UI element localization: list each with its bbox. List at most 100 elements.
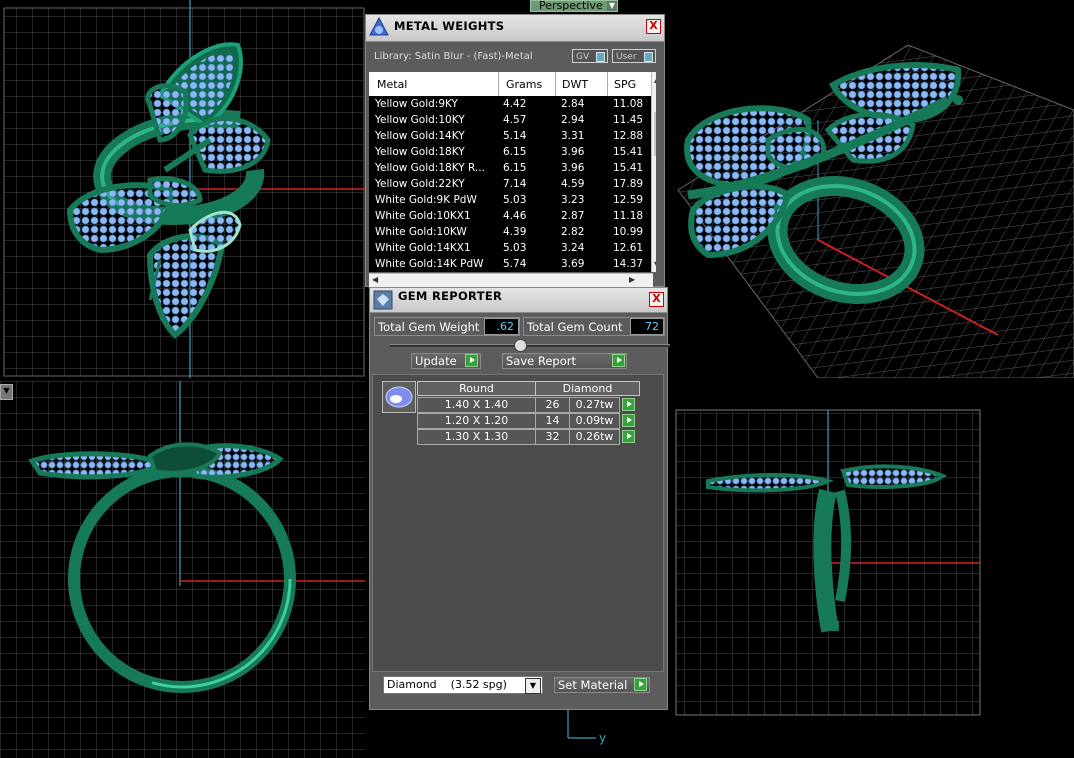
viewport-front[interactable]: ▼ [0, 381, 365, 758]
grams-cell: 7.14 [503, 178, 527, 190]
total-gem-count-group: Total Gem Count 72 [523, 317, 665, 336]
dwt-cell: 2.84 [561, 98, 585, 110]
gem-count-cell: 14 [535, 413, 570, 429]
material-select[interactable]: Diamond (3.52 spg) ▼ [383, 676, 543, 694]
gem-reporter-panel: GEM REPORTER X Total Gem Weight .62 Tota… [369, 287, 670, 710]
gv-toggle[interactable]: GV [572, 49, 608, 63]
library-label: Library: Satin Blur - (Fast)-Metal [374, 51, 533, 62]
report-slider-knob[interactable] [514, 339, 527, 352]
metal-cell: White Gold:14K PdW [375, 258, 484, 270]
metal-weights-hscroll[interactable]: ◀ ▶ [369, 273, 653, 287]
metal-cell: White Gold:10KW [375, 226, 467, 238]
gem-reporter-icon [373, 290, 393, 310]
gem-count-cell: 26 [535, 397, 570, 413]
column-header-spg[interactable]: SPG [614, 78, 636, 91]
save-report-button[interactable]: Save Report [502, 353, 627, 369]
table-row[interactable]: Yellow Gold:14KY 5.14 3.31 12.88 [369, 129, 651, 145]
table-row[interactable]: Yellow Gold:18KY 6.15 3.96 15.41 [369, 145, 651, 161]
spg-cell: 15.41 [613, 162, 644, 174]
dwt-cell: 2.87 [561, 210, 585, 222]
perspective-dropdown-icon[interactable]: ▼ [607, 1, 617, 11]
grams-cell: 6.15 [503, 146, 527, 158]
table-row[interactable]: Yellow Gold:9KY 4.42 2.84 11.08 [369, 97, 651, 113]
gem-reporter-title: GEM REPORTER [398, 289, 503, 303]
table-row[interactable]: Yellow Gold:22KY 7.14 4.59 17.89 [369, 177, 651, 193]
report-slider-track[interactable] [390, 344, 670, 347]
spg-cell: 10.99 [613, 226, 644, 238]
scroll-down-icon[interactable]: ▼ [654, 260, 656, 269]
spg-cell: 11.45 [613, 114, 644, 126]
round-gem-icon [385, 386, 413, 408]
dwt-cell: 3.96 [561, 146, 585, 158]
spg-cell: 12.88 [613, 130, 644, 142]
viewport-divider-area: y [530, 710, 668, 758]
gem-row-go-icon[interactable] [622, 398, 635, 411]
table-row[interactable]: Yellow Gold:18KY R... 6.15 3.96 15.41 [369, 161, 651, 177]
grams-cell: 4.46 [503, 210, 527, 222]
gem-row-go-icon[interactable] [622, 430, 635, 443]
table-row[interactable]: White Gold:10KW 4.39 2.82 10.99 [369, 225, 651, 241]
total-gem-count-field[interactable]: 72 [630, 318, 664, 335]
metal-weights-rows: Yellow Gold:9KY 4.42 2.84 11.08 Yellow Gold:… [369, 97, 651, 272]
gv-label: GV [576, 52, 590, 62]
scroll-thumb[interactable] [654, 112, 656, 156]
grams-cell: 5.03 [503, 194, 527, 206]
gem-shape-thumbnail[interactable] [382, 381, 416, 413]
save-report-go-icon[interactable] [612, 354, 625, 367]
viewport-top[interactable] [0, 0, 365, 378]
metal-weights-table-header: Metal Grams DWT SPG [369, 72, 651, 96]
metal-weights-close-button[interactable]: X [646, 19, 661, 34]
set-material-go-icon[interactable] [634, 678, 647, 691]
metal-cell: White Gold:14KX1 [375, 242, 471, 254]
user-toggle[interactable]: User [612, 49, 656, 63]
viewport-perspective[interactable] [668, 0, 1074, 378]
table-row[interactable]: White Gold:14K PdW 5.74 3.69 14.37 [369, 257, 651, 272]
grams-cell: 6.15 [503, 162, 527, 174]
total-gem-weight-field[interactable]: .62 [484, 318, 519, 335]
metal-weights-panel: METAL WEIGHTS X Library: Satin Blur - (F… [365, 14, 665, 287]
grams-cell: 5.03 [503, 242, 527, 254]
metal-cell: White Gold:10KX1 [375, 210, 471, 222]
update-go-icon[interactable] [465, 354, 478, 367]
gem-size-cell: 1.20 X 1.20 [417, 413, 536, 429]
scroll-left-icon[interactable]: ◀ [372, 275, 378, 284]
viewport-side[interactable] [668, 381, 1074, 758]
column-header-grams[interactable]: Grams [506, 78, 542, 91]
spg-cell: 12.59 [613, 194, 644, 206]
gem-weight-cell: 0.26tw [569, 429, 620, 445]
chevron-down-icon[interactable]: ▼ [525, 678, 541, 694]
spg-cell: 14.37 [613, 258, 644, 270]
total-gem-weight-group: Total Gem Weight .62 [374, 317, 520, 336]
user-label: User [616, 52, 637, 62]
perspective-tab[interactable]: Perspective ▼ [530, 0, 618, 12]
gem-count-cell: 32 [535, 429, 570, 445]
gem-reporter-close-button[interactable]: X [649, 292, 664, 307]
table-row[interactable]: Yellow Gold:10KY 4.57 2.94 11.45 [369, 113, 651, 129]
gem-shape-header[interactable]: Round [417, 381, 536, 396]
user-toggle-icon [644, 52, 653, 62]
metal-weights-titlebar[interactable]: METAL WEIGHTS X [366, 15, 664, 42]
save-report-label: Save Report [506, 354, 577, 368]
column-header-metal[interactable]: Metal [377, 78, 407, 91]
table-row[interactable]: White Gold:9K PdW 5.03 3.23 12.59 [369, 193, 651, 209]
table-row[interactable]: White Gold:14KX1 5.03 3.24 12.61 [369, 241, 651, 257]
gem-row-go-icon[interactable] [622, 414, 635, 427]
scroll-up-icon[interactable]: ▲ [654, 75, 656, 84]
dwt-cell: 3.96 [561, 162, 585, 174]
gem-reporter-titlebar[interactable]: GEM REPORTER X [370, 288, 667, 313]
grams-cell: 4.42 [503, 98, 527, 110]
metal-weights-icon [369, 16, 389, 36]
viewport-menu-button[interactable]: ▼ [0, 384, 13, 400]
gv-toggle-icon [596, 52, 605, 62]
viewport-top-scene [3, 0, 365, 378]
gem-weight-cell: 0.27tw [569, 397, 620, 413]
metal-weights-vscroll[interactable]: ▲ ▼ [651, 72, 656, 272]
grams-cell: 4.57 [503, 114, 527, 126]
scroll-right-icon[interactable]: ▶ [629, 275, 635, 284]
metal-cell: Yellow Gold:22KY [375, 178, 465, 190]
gem-material-header[interactable]: Diamond [535, 381, 640, 396]
total-gem-weight-label: Total Gem Weight [378, 320, 480, 334]
table-row[interactable]: White Gold:10KX1 4.46 2.87 11.18 [369, 209, 651, 225]
column-header-dwt[interactable]: DWT [562, 78, 588, 91]
dwt-cell: 3.24 [561, 242, 585, 254]
